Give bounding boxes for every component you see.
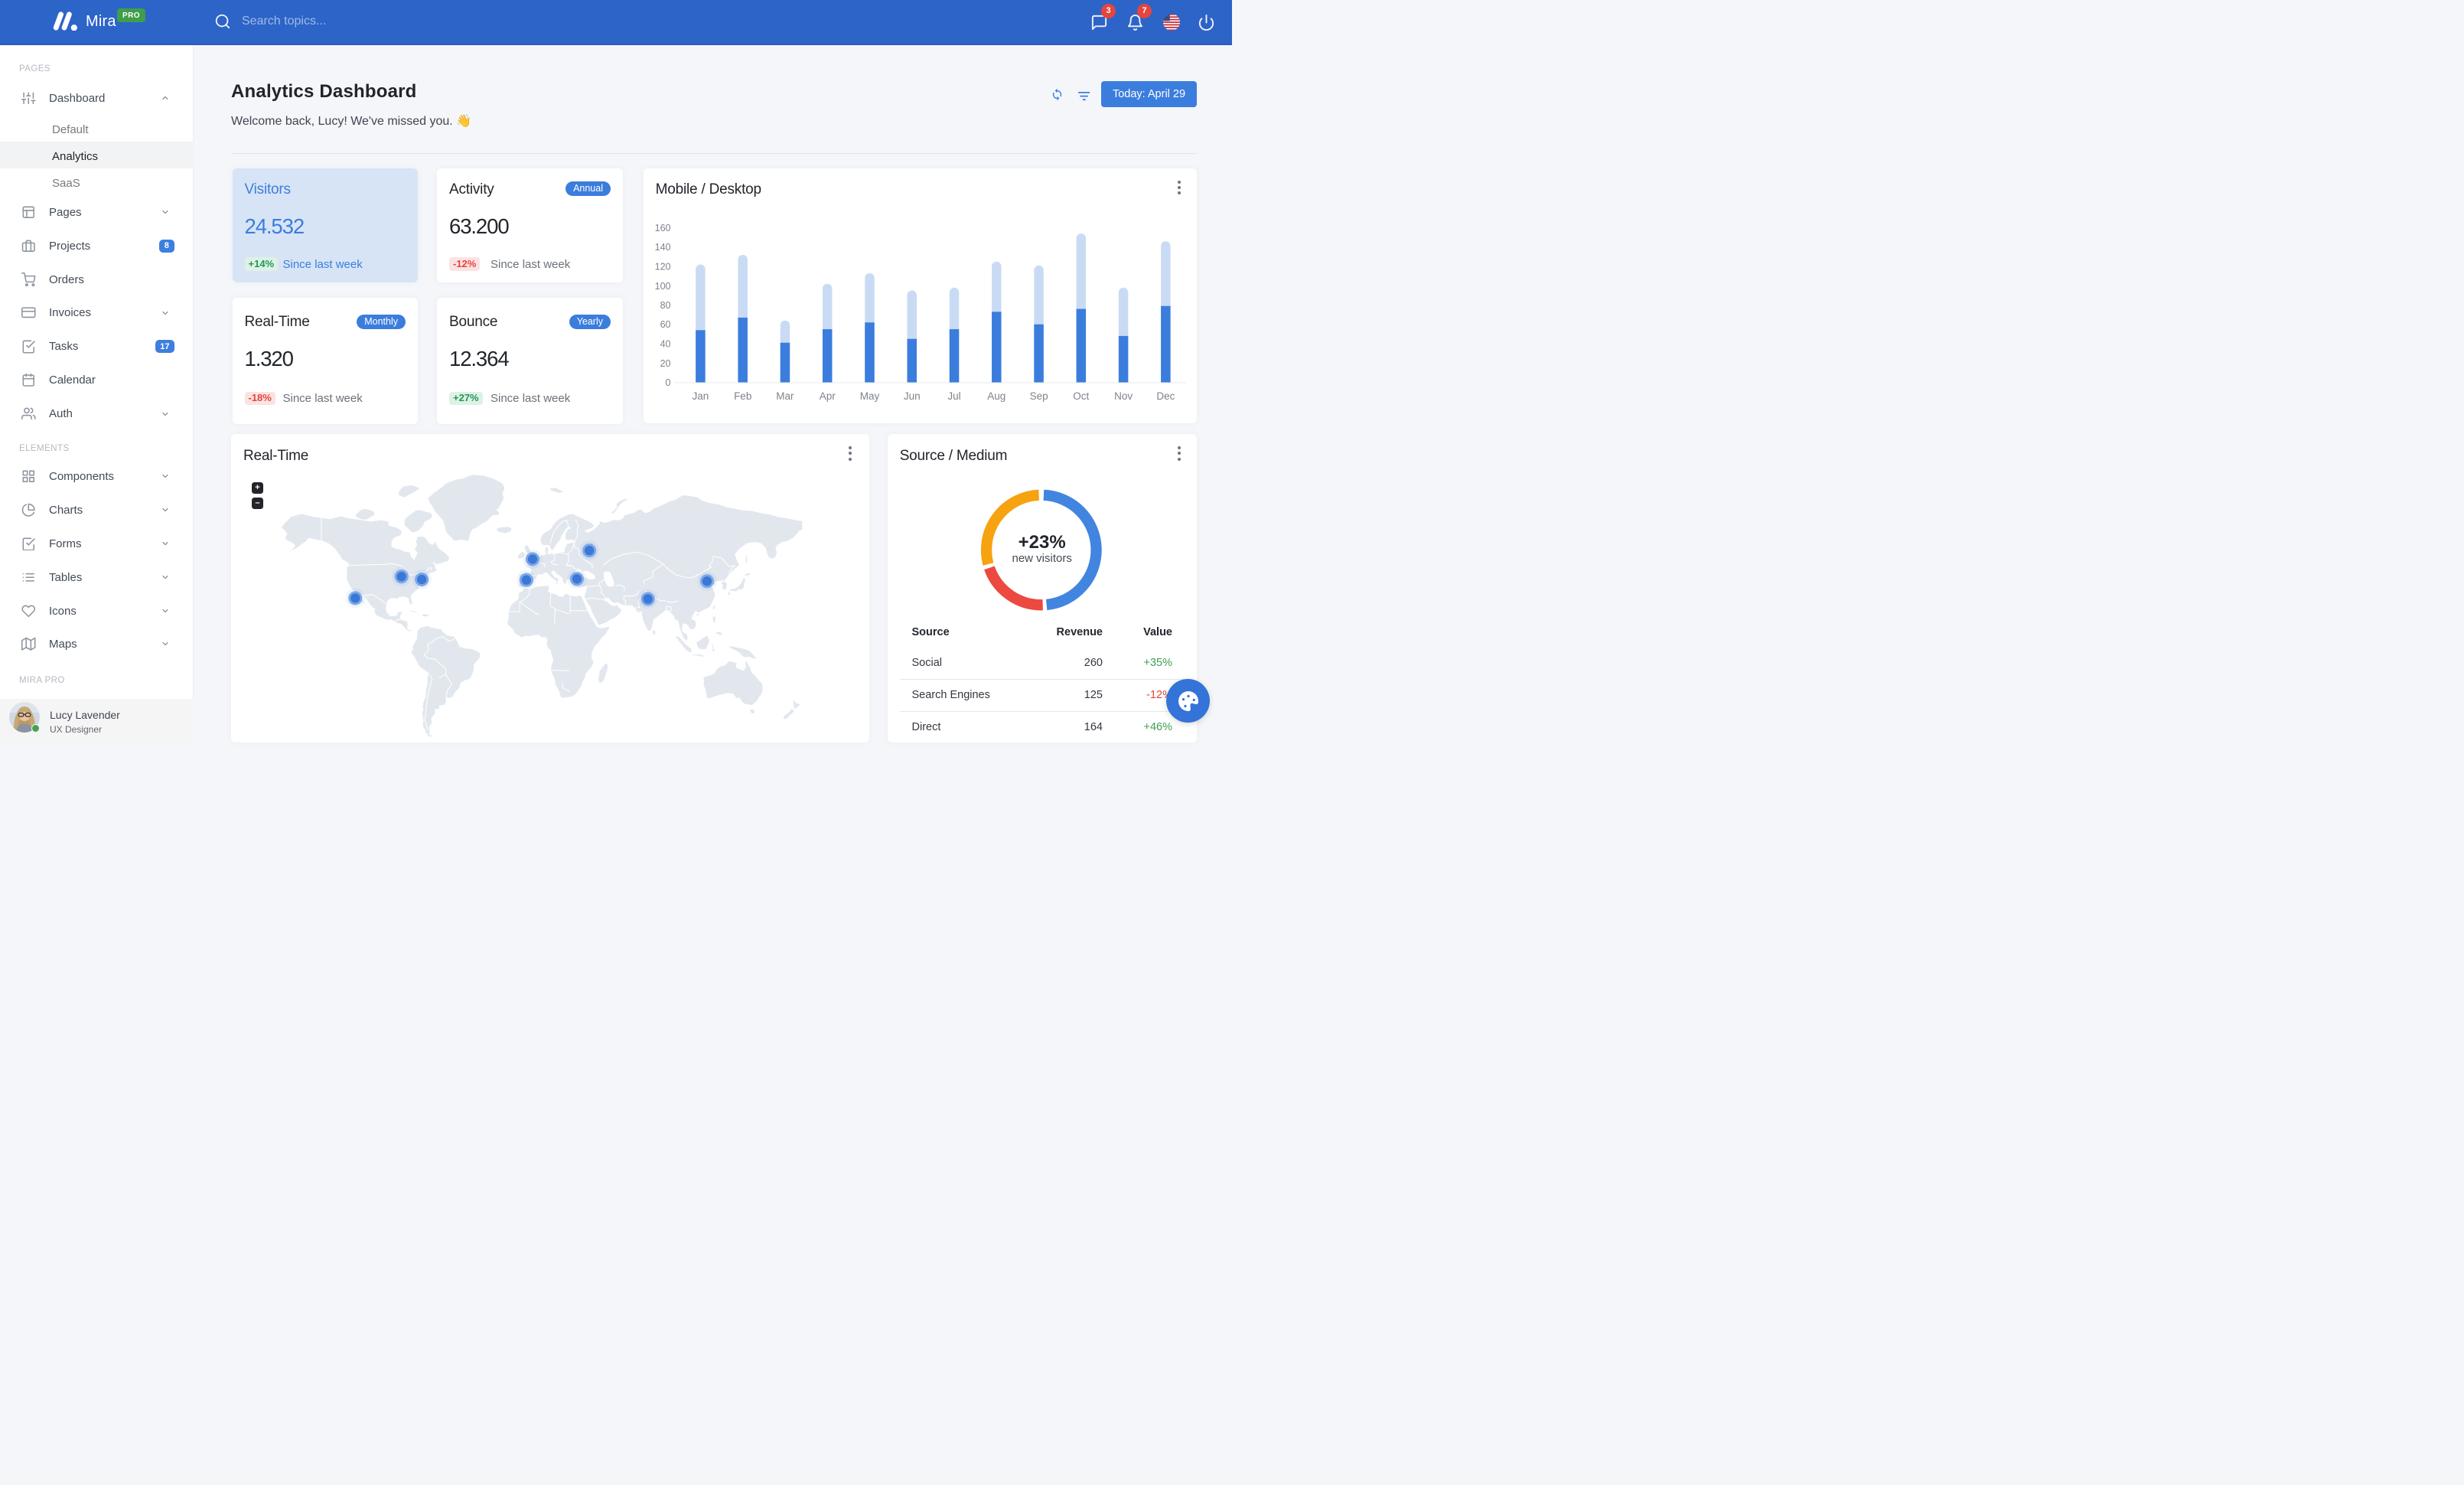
svg-text:May: May: [859, 390, 879, 402]
svg-text:Apr: Apr: [819, 390, 836, 402]
svg-text:Jan: Jan: [692, 390, 709, 402]
svg-text:160: 160: [654, 223, 670, 233]
svg-text:40: 40: [660, 338, 670, 349]
svg-text:60: 60: [660, 319, 670, 330]
svg-text:Jul: Jul: [947, 390, 960, 402]
svg-text:100: 100: [654, 280, 670, 291]
svg-text:20: 20: [660, 357, 670, 368]
svg-text:Jun: Jun: [904, 390, 921, 402]
svg-text:Oct: Oct: [1073, 390, 1089, 402]
svg-text:Aug: Aug: [987, 390, 1005, 402]
svg-text:140: 140: [654, 242, 670, 253]
svg-text:Sep: Sep: [1029, 390, 1048, 402]
svg-text:Mar: Mar: [776, 390, 794, 402]
svg-text:Dec: Dec: [1156, 390, 1175, 402]
svg-text:Feb: Feb: [734, 390, 751, 402]
svg-text:120: 120: [654, 261, 670, 272]
svg-text:Nov: Nov: [1114, 390, 1133, 402]
svg-text:0: 0: [665, 377, 670, 388]
svg-text:80: 80: [660, 300, 670, 311]
